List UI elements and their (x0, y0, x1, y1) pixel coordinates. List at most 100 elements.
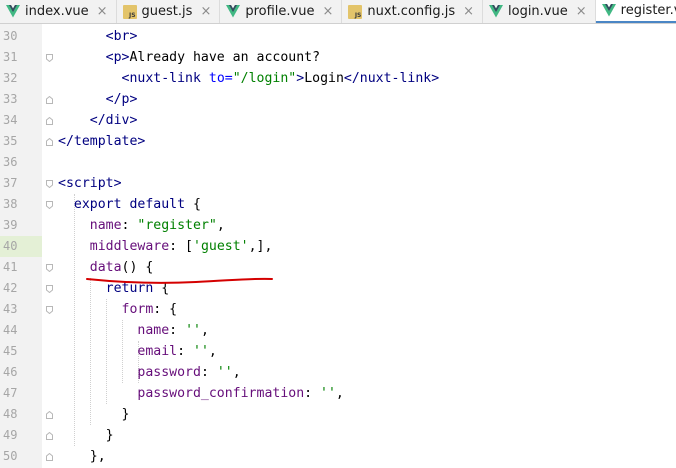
code-text: <p>Already have an account? (58, 47, 320, 68)
code-token: : { (153, 302, 178, 317)
code-text: name: '', (58, 320, 209, 341)
code-token: , (232, 365, 241, 380)
tab-label: guest.js (141, 4, 193, 19)
fold-marker-icon[interactable] (46, 54, 53, 62)
js-file-icon (348, 4, 363, 19)
code-token: { (192, 197, 201, 212)
vue-icon (6, 4, 20, 19)
editor-tab-bar: index.vue×guest.js×profile.vue×nuxt.conf… (0, 0, 676, 24)
close-icon[interactable]: × (463, 5, 474, 18)
line-number: 43 (3, 302, 18, 316)
fold-marker-icon[interactable] (46, 201, 53, 209)
code-line: 30 <br> (0, 26, 676, 47)
code-line: 31 <p>Already have an account? (0, 47, 676, 68)
line-number: 50 (3, 449, 18, 463)
fold-marker-icon[interactable] (46, 432, 53, 440)
code-token: <script> (58, 176, 122, 191)
tab-label: profile.vue (245, 4, 315, 19)
code-text: form: { (58, 299, 178, 320)
fold-marker-icon[interactable] (46, 306, 53, 314)
code-token: email (137, 344, 178, 359)
code-token: : [ (169, 239, 193, 254)
code-token: </template> (58, 134, 146, 149)
code-token: : (177, 344, 193, 359)
fold-marker-icon[interactable] (46, 138, 53, 146)
line-number: 35 (3, 134, 18, 148)
line-number: 49 (3, 428, 18, 442)
line-number: 38 (3, 197, 18, 211)
line-number: 34 (3, 113, 18, 127)
code-token: </p> (105, 92, 138, 107)
code-text: </p> (58, 89, 138, 110)
fold-marker-icon[interactable] (46, 453, 53, 461)
fold-marker-icon[interactable] (46, 117, 53, 125)
code-line: 37 <script> (0, 173, 676, 194)
code-token: "register" (137, 218, 217, 233)
code-line: 44 name: '', (0, 320, 676, 341)
code-line: 48 } (0, 404, 676, 425)
fold-marker-icon[interactable] (46, 285, 53, 293)
code-line: 35 </template> (0, 131, 676, 152)
code-token: } (58, 428, 114, 443)
tab-guest-js[interactable]: guest.js × (117, 0, 221, 23)
close-icon[interactable]: × (576, 5, 587, 18)
fold-marker-icon[interactable] (46, 264, 53, 272)
code-text: </template> (58, 131, 145, 152)
fold-marker-icon[interactable] (46, 180, 53, 188)
code-token: }, (58, 449, 106, 464)
line-number: 46 (3, 365, 18, 379)
tab-index-vue[interactable]: index.vue × (0, 0, 117, 23)
code-token: </div> (89, 113, 138, 128)
code-line: 36 (0, 152, 676, 173)
tab-register-vue[interactable]: register.vue× (595, 0, 676, 23)
code-token: , (335, 386, 344, 401)
code-line: 34 </div> (0, 110, 676, 131)
code-token: <br> (105, 29, 138, 44)
code-text: export default { (58, 194, 201, 215)
code-token: : (169, 323, 186, 338)
vue-icon (601, 3, 616, 18)
code-token: '' (216, 365, 233, 380)
code-token: , (200, 323, 209, 338)
code-line: 32 <nuxt-link to="/login">Login</nuxt-li… (0, 68, 676, 89)
code-line: 43 form: { (0, 299, 676, 320)
fold-marker-icon[interactable] (46, 411, 53, 419)
close-icon[interactable]: × (97, 5, 108, 18)
code-line: 38 export default { (0, 194, 676, 215)
tab-nuxt-config-js[interactable]: nuxt.config.js × (342, 0, 483, 23)
code-line: 47 password_confirmation: '', (0, 383, 676, 404)
code-token: password_confirmation (137, 386, 305, 401)
code-editor[interactable]: 30 <br> 31 <p>Already have an account? 32 … (0, 24, 676, 468)
line-number: 33 (3, 92, 18, 106)
code-line: 49 } (0, 425, 676, 446)
line-number: 40 (0, 236, 42, 257)
code-line: 40 middleware: ['guest',], (0, 236, 676, 257)
line-number: 36 (3, 155, 18, 169)
close-icon[interactable]: × (322, 5, 333, 18)
code-text: }, (58, 446, 106, 467)
code-token: Login (304, 71, 344, 86)
code-line: 45 email: '', (0, 341, 676, 362)
tab-label: nuxt.config.js (367, 4, 456, 19)
code-line: 50 }, (0, 446, 676, 467)
fold-marker-icon[interactable] (46, 96, 53, 104)
close-icon[interactable]: × (200, 5, 211, 18)
code-line: 39 name: "register", (0, 215, 676, 236)
code-text: name: "register", (58, 215, 225, 236)
code-token: name (89, 218, 122, 233)
tab-profile-vue[interactable]: profile.vue × (220, 0, 343, 23)
code-token: , (208, 344, 217, 359)
code-token: ,], (248, 239, 273, 254)
code-token: password (137, 365, 201, 380)
code-token: export default (73, 197, 193, 212)
tab-login-vue[interactable]: login.vue × (483, 0, 596, 23)
code-text: </div> (58, 110, 138, 131)
red-annotation-underline (86, 277, 273, 284)
line-number: 31 (3, 50, 18, 64)
code-text: } (58, 425, 114, 446)
code-token: form (121, 302, 154, 317)
